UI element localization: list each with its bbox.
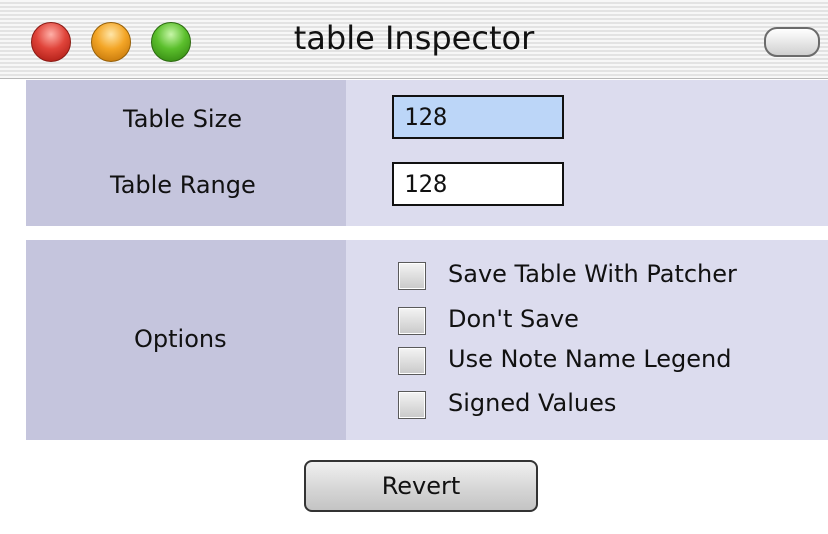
checkbox-label: Don't Save bbox=[448, 305, 579, 333]
options-section: Options Save Table With Patcher Don't Sa… bbox=[26, 240, 828, 440]
table-size-field[interactable]: 128 bbox=[392, 95, 564, 139]
checkbox-label: Save Table With Patcher bbox=[448, 260, 737, 288]
checkbox-box[interactable] bbox=[398, 307, 426, 335]
checkbox-box[interactable] bbox=[398, 262, 426, 290]
table-size-label: Table Size bbox=[123, 105, 242, 133]
toolbar-toggle-button[interactable] bbox=[764, 27, 820, 57]
table-range-field[interactable]: 128 bbox=[392, 162, 564, 206]
checkbox-box[interactable] bbox=[398, 347, 426, 375]
checkbox-label: Use Note Name Legend bbox=[448, 345, 732, 373]
title-bar[interactable]: table Inspector bbox=[0, 0, 828, 79]
table-range-label: Table Range bbox=[110, 171, 256, 199]
checkbox-box[interactable] bbox=[398, 391, 426, 419]
window-title: table Inspector bbox=[293, 19, 535, 57]
inspector-window: table Inspector Table Size Table Range 1… bbox=[0, 0, 828, 534]
label-column bbox=[26, 80, 346, 226]
revert-button[interactable]: Revert bbox=[304, 460, 538, 512]
options-label: Options bbox=[134, 325, 227, 353]
table-size-section: Table Size Table Range 128 128 bbox=[26, 80, 828, 226]
checkbox-label: Signed Values bbox=[448, 389, 617, 417]
